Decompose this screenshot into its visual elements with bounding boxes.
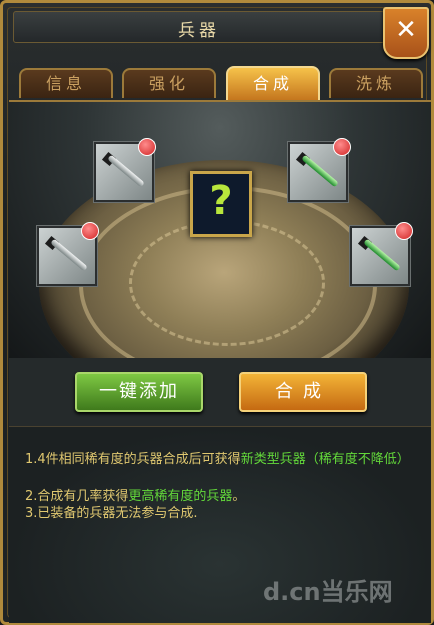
- tab-refine-label: 洗炼: [355, 74, 396, 93]
- question-mark-icon: ?: [209, 178, 233, 224]
- info-highlight: （稀有度不降低）: [305, 452, 410, 467]
- tab-refine[interactable]: 洗炼: [329, 68, 423, 98]
- auto-add-button[interactable]: 一键添加: [75, 372, 203, 412]
- altar-ring-inner: [129, 220, 325, 346]
- result-slot[interactable]: ?: [190, 171, 252, 237]
- watermark-logo: d.cn当乐网: [263, 578, 393, 606]
- compose-button[interactable]: 合成: [239, 372, 367, 412]
- remove-badge-icon[interactable]: [138, 138, 156, 156]
- tab-compose-label: 合成: [252, 74, 293, 93]
- tab-info-label: 信息: [45, 74, 86, 93]
- remove-badge-icon[interactable]: [333, 138, 351, 156]
- tab-compose[interactable]: 合成: [226, 66, 320, 100]
- title-bar: 兵器: [13, 11, 385, 43]
- spear-icon: [50, 238, 88, 272]
- compose-label: 合成: [275, 381, 331, 402]
- info-text: 。: [232, 489, 246, 504]
- sword-icon: [107, 154, 145, 188]
- jade-sword-icon: [301, 154, 339, 188]
- close-icon: ✕: [395, 15, 417, 45]
- info-text: 2.合成有几率获得: [25, 489, 129, 504]
- remove-badge-icon[interactable]: [395, 222, 413, 240]
- weapon-panel: 兵器 ✕ 信息 强化 合成 洗炼 ? 一键添加 合成 1.4件相同稀有度的兵器合…: [0, 0, 434, 625]
- auto-add-label: 一键添加: [99, 381, 179, 402]
- close-button[interactable]: ✕: [383, 7, 429, 59]
- remove-badge-icon[interactable]: [81, 222, 99, 240]
- info-line-1: 1.4件相同稀有度的兵器合成后可获得新类型兵器（稀有度不降低）: [25, 451, 425, 468]
- tab-bar: 信息 强化 合成 洗炼: [19, 66, 423, 100]
- tab-info[interactable]: 信息: [19, 68, 113, 98]
- jade-blade-icon: [363, 238, 401, 272]
- window-title: 兵器: [178, 21, 220, 41]
- info-highlight: 新类型兵器: [240, 452, 306, 467]
- info-line-3: 3.已装备的兵器无法参与合成.: [25, 506, 198, 521]
- info-line-2: 2.合成有几率获得更高稀有度的兵器。: [25, 488, 425, 505]
- tab-enhance-label: 强化: [148, 74, 189, 93]
- compose-stage: ?: [9, 100, 431, 360]
- action-bar: 一键添加 合成: [9, 358, 431, 426]
- info-highlight: 更高稀有度的兵器: [128, 489, 233, 504]
- tab-enhance[interactable]: 强化: [122, 68, 216, 98]
- info-text: 1.4件相同稀有度的兵器合成后可获得: [25, 452, 241, 467]
